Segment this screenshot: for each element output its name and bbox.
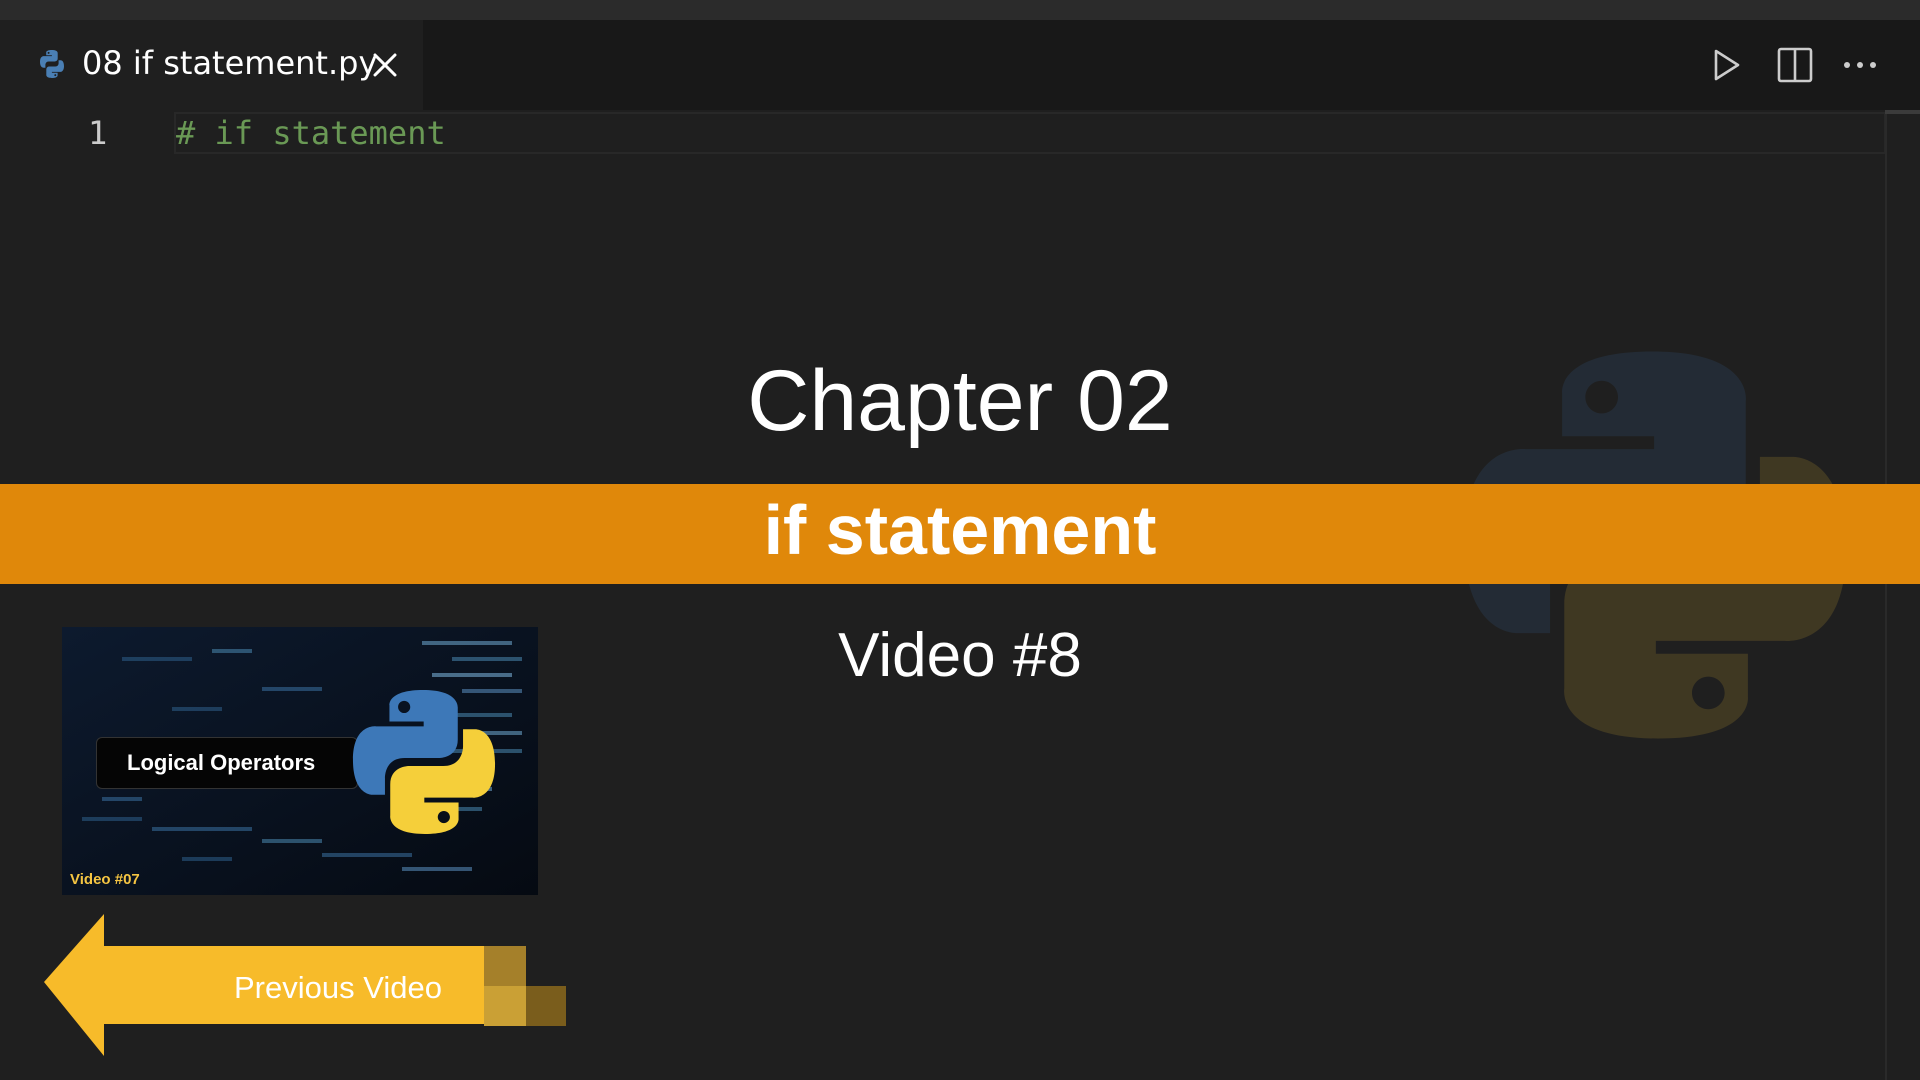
editor-tab[interactable]: 08 if statement.py [0, 20, 423, 110]
thumbnail-title: Logical Operators [127, 750, 316, 775]
close-icon[interactable] [370, 50, 400, 80]
play-icon[interactable] [1712, 48, 1742, 82]
thumbnail-title-pill: Logical Operators [96, 737, 358, 789]
line-number: 1 [88, 114, 108, 152]
tab-bar: 08 if statement.py [0, 20, 1920, 110]
screen: 08 if statement.py 1 # if statement Chap… [0, 0, 1920, 1080]
previous-video-button[interactable]: Previous Video [44, 912, 566, 1058]
topic-banner: if statement [0, 484, 1920, 584]
vertical-scrollbar[interactable] [1885, 110, 1887, 1080]
topic-title: if statement [763, 491, 1157, 569]
more-actions-icon[interactable] [1843, 60, 1877, 70]
previous-video-thumbnail[interactable]: Logical Operators Video #07 [62, 627, 538, 895]
thumbnail-video-label: Video #07 [70, 871, 140, 888]
scrollbar-thumb[interactable] [1885, 110, 1920, 114]
previous-video-label: Previous Video [234, 970, 442, 1005]
split-editor-icon[interactable] [1776, 46, 1814, 84]
chapter-title: Chapter 02 [747, 353, 1173, 449]
python-file-icon [40, 50, 64, 78]
python-logo-icon [352, 690, 496, 834]
title-strip [0, 0, 1920, 20]
tab-filename: 08 if statement.py [82, 44, 378, 82]
code-line-comment[interactable]: # if statement [176, 114, 446, 152]
